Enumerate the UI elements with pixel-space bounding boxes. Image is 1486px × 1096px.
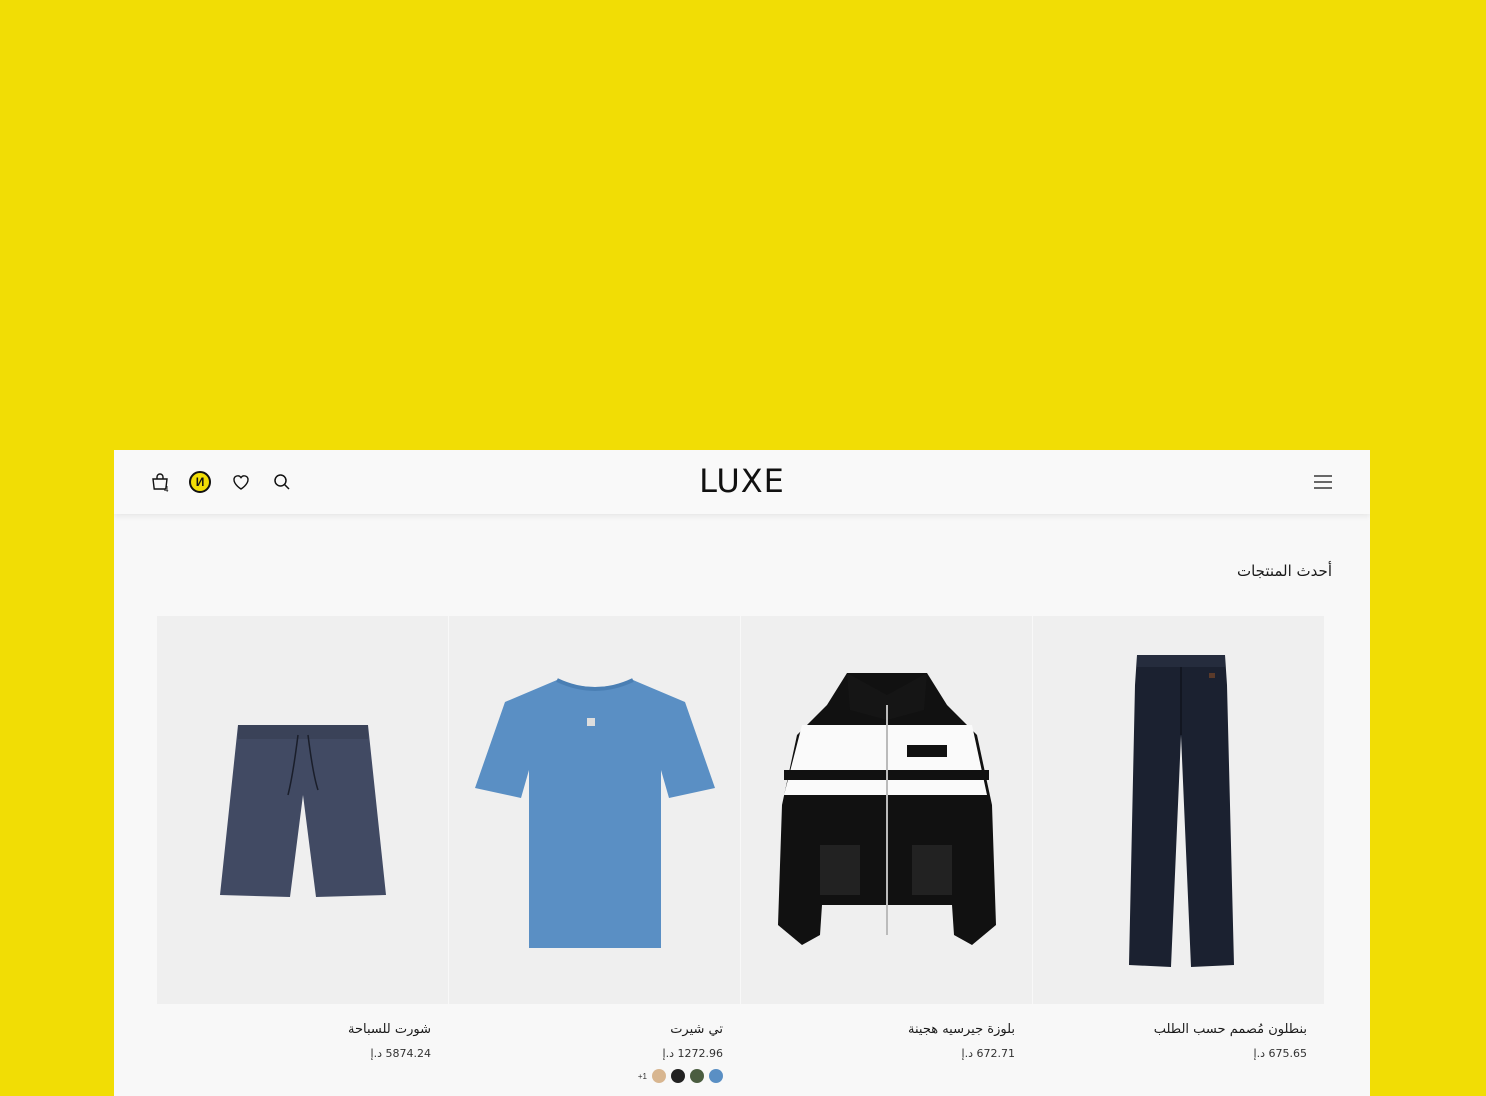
trousers-image[interactable] xyxy=(1033,616,1324,1004)
product-card[interactable]: بلوزة جيرسيه هجينة 672.71 د.إ xyxy=(741,616,1033,1060)
brand-logo[interactable]: LUXE xyxy=(114,462,1370,500)
more-colors-label[interactable]: +1 xyxy=(638,1072,647,1081)
color-swatch-black[interactable] xyxy=(671,1069,685,1083)
color-swatches: +1 xyxy=(634,1069,723,1083)
tshirt-image[interactable] xyxy=(449,616,740,1004)
color-swatch-blue[interactable] xyxy=(709,1069,723,1083)
color-swatch-green[interactable] xyxy=(690,1069,704,1083)
product-name[interactable]: بنطلون مُصمم حسب الطلب xyxy=(1154,1022,1307,1037)
product-price: 5874.24 د.إ xyxy=(370,1047,431,1060)
product-name[interactable]: بلوزة جيرسيه هجينة xyxy=(908,1022,1015,1037)
product-name[interactable]: تي شيرت xyxy=(670,1022,723,1037)
product-price: 675.65 د.إ xyxy=(1253,1047,1307,1060)
product-name[interactable]: شورت للسباحة xyxy=(348,1022,431,1037)
jacket-image[interactable] xyxy=(741,616,1032,1004)
app-window: 4 И LUXE أحدث المنتجات بنطلون مُصمم حسب … xyxy=(114,450,1370,1096)
top-header: 4 И LUXE xyxy=(114,450,1370,514)
color-swatch-beige[interactable] xyxy=(652,1069,666,1083)
product-card[interactable]: تي شيرت 1272.96 د.إ +1 xyxy=(449,616,741,1083)
hamburger-menu-icon[interactable] xyxy=(1311,470,1335,494)
product-price: 1272.96 د.إ xyxy=(662,1047,723,1060)
product-card[interactable]: شورت للسباحة 5874.24 د.إ xyxy=(157,616,449,1060)
product-card[interactable]: بنطلون مُصمم حسب الطلب 675.65 د.إ xyxy=(1033,616,1325,1060)
product-grid: بنطلون مُصمم حسب الطلب 675.65 د.إ بلوزة … xyxy=(157,616,1325,1083)
section-title: أحدث المنتجات xyxy=(1236,562,1332,580)
shorts-image[interactable] xyxy=(157,616,448,1004)
product-price: 672.71 د.إ xyxy=(961,1047,1015,1060)
